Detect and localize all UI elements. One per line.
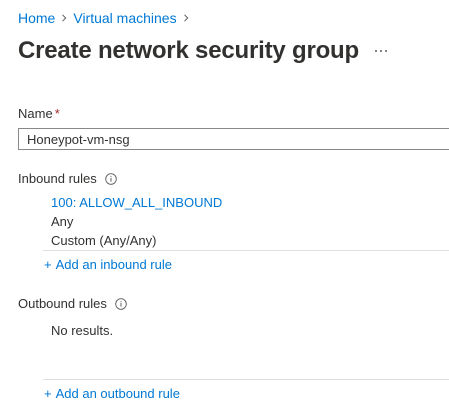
more-options-button[interactable] bbox=[370, 38, 392, 60]
required-marker: * bbox=[54, 106, 60, 121]
outbound-empty-text: No results. bbox=[51, 323, 114, 338]
add-inbound-rule-label: Add an inbound rule bbox=[55, 257, 172, 272]
more-icon bbox=[374, 40, 388, 58]
inbound-rules-header: Inbound rules bbox=[18, 171, 117, 187]
chevron-right-icon bbox=[177, 9, 195, 27]
inbound-rule-protocol: Custom (Any/Any) bbox=[51, 233, 157, 248]
inbound-rule-source: Any bbox=[51, 214, 74, 229]
page-title: Create network security group bbox=[18, 37, 359, 64]
breadcrumb: Home Virtual machines bbox=[18, 9, 195, 27]
info-icon[interactable] bbox=[115, 298, 127, 310]
outbound-rules-header: Outbound rules bbox=[18, 296, 127, 312]
info-icon[interactable] bbox=[105, 173, 117, 185]
add-inbound-rule-link[interactable]: + Add an inbound rule bbox=[44, 257, 172, 273]
breadcrumb-home-link[interactable]: Home bbox=[18, 9, 55, 27]
name-field-label: Name * bbox=[18, 106, 60, 122]
plus-icon: + bbox=[44, 386, 52, 401]
outbound-rules-label: Outbound rules bbox=[18, 296, 107, 311]
add-outbound-rule-label: Add an outbound rule bbox=[55, 386, 180, 401]
inbound-rules-label: Inbound rules bbox=[18, 171, 97, 186]
inbound-rule-item: 100: ALLOW_ALL_INBOUND Any Custom (Any/A… bbox=[51, 193, 222, 250]
breadcrumb-virtual-machines-link[interactable]: Virtual machines bbox=[73, 9, 176, 27]
inbound-rule-link[interactable]: 100: ALLOW_ALL_INBOUND bbox=[51, 193, 222, 212]
chevron-right-icon bbox=[55, 9, 73, 27]
inbound-divider bbox=[43, 250, 449, 251]
create-nsg-page: Home Virtual machines Create network sec… bbox=[0, 0, 449, 415]
add-outbound-rule-link[interactable]: + Add an outbound rule bbox=[44, 386, 180, 402]
plus-icon: + bbox=[44, 257, 52, 272]
name-label-text: Name bbox=[18, 106, 53, 121]
name-input[interactable] bbox=[18, 128, 449, 150]
outbound-divider bbox=[43, 379, 449, 380]
